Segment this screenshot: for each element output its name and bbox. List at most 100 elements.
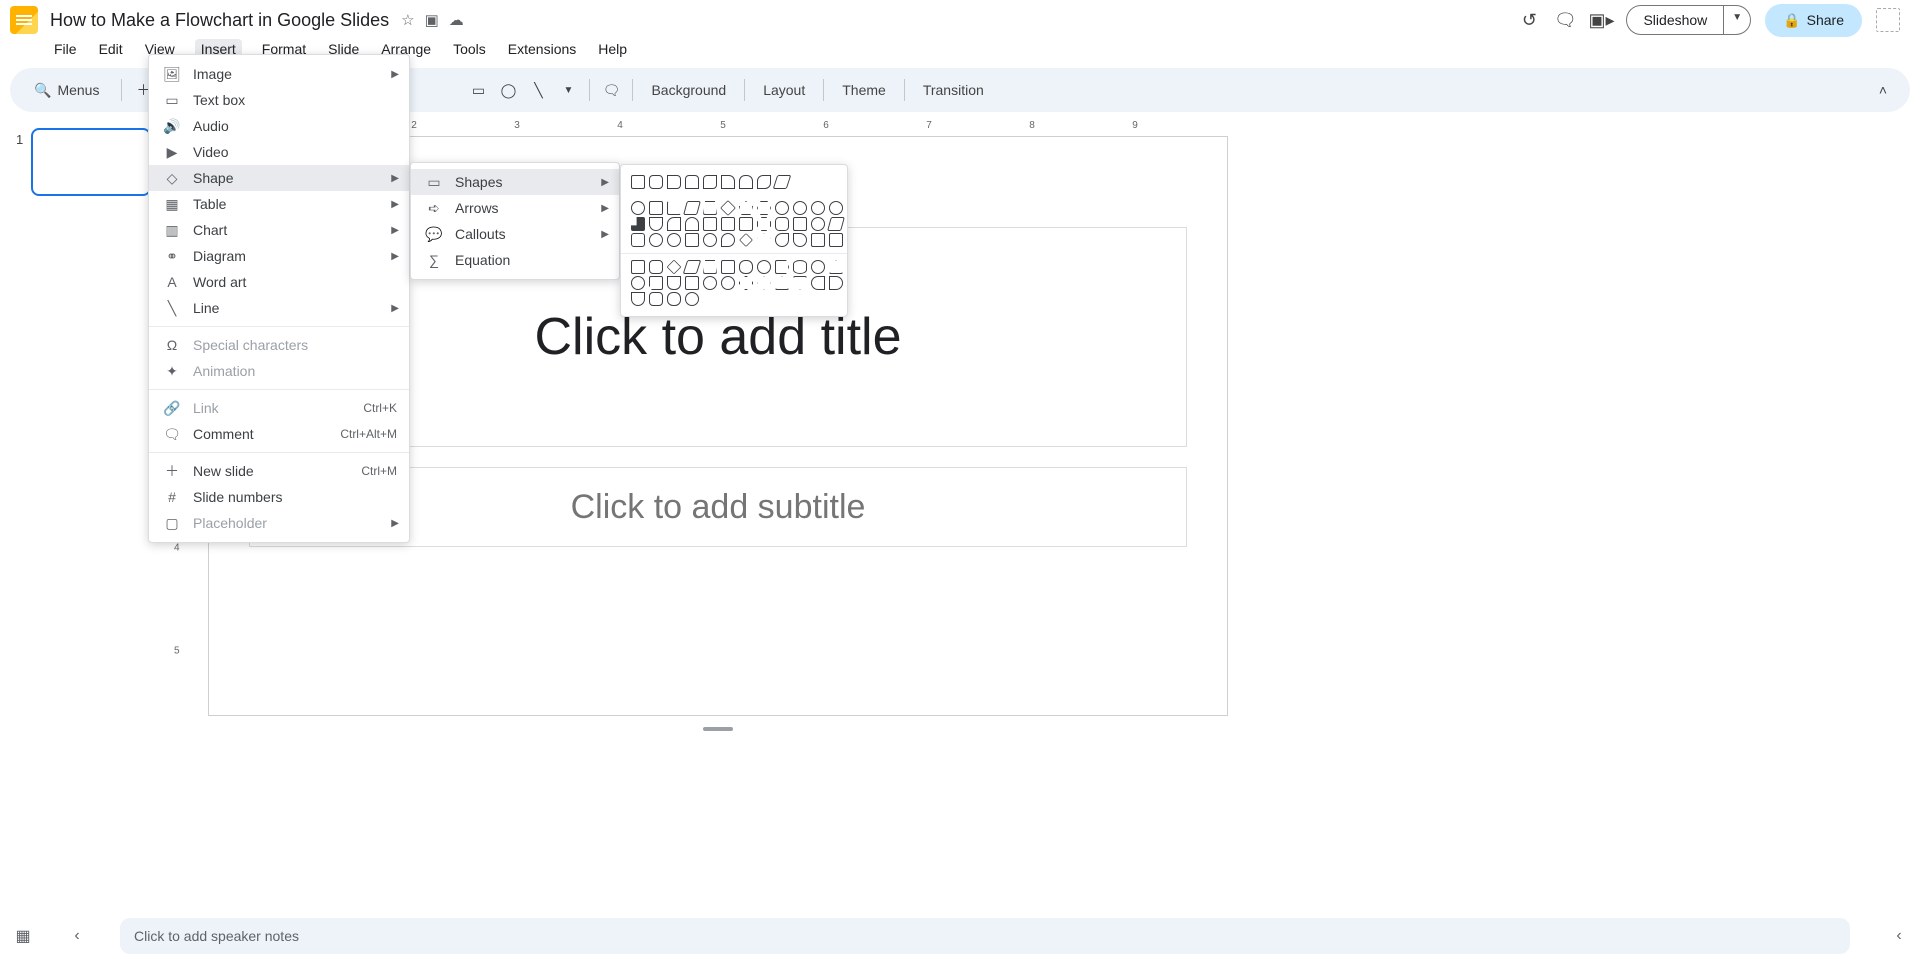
shape-round-rect[interactable] (649, 175, 663, 189)
shape-cell[interactable] (631, 201, 645, 215)
shape-cell[interactable] (667, 233, 681, 247)
shape-cell[interactable] (649, 201, 663, 215)
menu-extensions[interactable]: Extensions (506, 39, 578, 59)
shape-cell[interactable] (685, 233, 699, 247)
shape-cell[interactable] (739, 217, 753, 231)
shape-cell[interactable] (721, 217, 735, 231)
shape-cell[interactable] (667, 217, 681, 231)
shape-cell[interactable] (793, 201, 807, 215)
menu-edit[interactable]: Edit (97, 39, 125, 59)
shape-cell[interactable] (775, 201, 789, 215)
slide-thumbnail[interactable] (31, 128, 151, 196)
shape-parallelogram[interactable] (773, 175, 792, 189)
shape-cell[interactable] (811, 276, 825, 290)
shape-cell[interactable] (685, 276, 699, 290)
shape-cell[interactable] (649, 260, 663, 274)
menu-tools[interactable]: Tools (451, 39, 488, 59)
line-tool-icon[interactable]: ╲ (529, 81, 547, 99)
shape-cell[interactable] (811, 260, 825, 274)
shape-cell[interactable] (703, 260, 717, 274)
shape-cell[interactable] (667, 292, 681, 306)
slideshow-button[interactable]: Slideshow (1626, 5, 1724, 35)
shape-cell[interactable] (720, 200, 736, 216)
collapse-toolbar-icon[interactable]: ˄ (1870, 77, 1896, 103)
line-tool-dd-icon[interactable]: ▼ (559, 81, 577, 99)
shape-cell[interactable] (667, 201, 681, 215)
comment-tool-icon[interactable]: 🗨 (602, 81, 620, 99)
shape-cell[interactable] (631, 260, 645, 274)
shape-cell[interactable] (775, 217, 789, 231)
shape-round-same[interactable] (739, 175, 753, 189)
insert-chart[interactable]: ▥Chart▶ (149, 217, 409, 243)
document-title[interactable]: How to Make a Flowchart in Google Slides (50, 10, 389, 31)
background-button[interactable]: Background (645, 78, 732, 102)
shape-cell[interactable] (703, 217, 717, 231)
shape-cell[interactable] (811, 201, 825, 215)
shape-cell[interactable] (757, 201, 771, 215)
insert-table[interactable]: ▦Table▶ (149, 191, 409, 217)
insert-comment[interactable]: 🗨CommentCtrl+Alt+M (149, 421, 409, 447)
theme-button[interactable]: Theme (836, 78, 892, 102)
shape-cell[interactable] (631, 217, 645, 231)
shape-cell[interactable] (829, 233, 843, 247)
shape-cell[interactable] (685, 217, 699, 231)
shape-cell[interactable] (649, 233, 663, 247)
shape-cell[interactable] (793, 276, 807, 290)
shape-cell[interactable] (739, 233, 753, 247)
transition-button[interactable]: Transition (917, 78, 990, 102)
shape-sub-shapes[interactable]: ▭Shapes▶ (411, 169, 619, 195)
shape-sub-equation[interactable]: ∑Equation (411, 247, 619, 273)
comments-icon[interactable]: 🗨 (1554, 9, 1576, 31)
shape-cell[interactable] (829, 201, 843, 215)
shape-cell[interactable] (685, 292, 699, 306)
insert-video[interactable]: ▶Video (149, 139, 409, 165)
shape-cell[interactable] (667, 276, 681, 290)
shape-sub-arrows[interactable]: ➪Arrows▶ (411, 195, 619, 221)
side-panel-toggle-icon[interactable]: ‹ (1890, 927, 1908, 945)
shape-cell[interactable] (631, 276, 645, 290)
account-avatar[interactable] (1876, 8, 1900, 32)
speaker-notes-input[interactable]: Click to add speaker notes (120, 918, 1850, 954)
shape-cell[interactable] (811, 217, 825, 231)
shape-cell[interactable] (757, 260, 771, 274)
move-folder-icon[interactable]: ▣ (425, 11, 439, 29)
shape-snip2[interactable] (685, 175, 699, 189)
slideshow-dropdown[interactable]: ▼ (1724, 5, 1751, 35)
shape-sub-callouts[interactable]: 💬Callouts▶ (411, 221, 619, 247)
insert-diagram[interactable]: ⚭Diagram▶ (149, 243, 409, 269)
shape-tool-icon[interactable]: ◯ (499, 81, 517, 99)
shape-snip1[interactable] (667, 175, 681, 189)
collapse-filmstrip-icon[interactable]: ‹ (66, 925, 88, 947)
star-icon[interactable]: ☆ (401, 11, 414, 29)
textbox-icon[interactable]: ▭ (469, 81, 487, 99)
shape-cell[interactable] (721, 276, 735, 290)
shape-cell[interactable] (739, 201, 753, 215)
shape-cell[interactable] (829, 260, 843, 274)
menu-help[interactable]: Help (596, 39, 629, 59)
insert-line[interactable]: ╲Line▶ (149, 295, 409, 321)
insert-audio[interactable]: 🔊Audio (149, 113, 409, 139)
insert-slide-numbers[interactable]: #Slide numbers (149, 484, 409, 510)
cloud-saved-icon[interactable]: ☁ (449, 11, 464, 29)
explore-grid-icon[interactable]: ▦ (12, 925, 34, 947)
shape-cell[interactable] (739, 260, 753, 274)
shape-cell[interactable] (775, 260, 789, 274)
shape-cell[interactable] (827, 217, 845, 231)
share-button[interactable]: 🔒 Share (1765, 4, 1862, 37)
shape-cell[interactable] (793, 260, 807, 274)
shape-cell[interactable] (793, 217, 807, 231)
shape-rect[interactable] (631, 175, 645, 189)
shape-cell[interactable] (775, 276, 789, 290)
shape-cell[interactable] (757, 276, 771, 290)
shape-cell[interactable] (829, 276, 843, 290)
present-camera-icon[interactable]: ▣▸ (1590, 9, 1612, 31)
shape-cell[interactable] (793, 233, 807, 247)
insert-image[interactable]: 🖼Image▶ (149, 61, 409, 87)
shape-cell[interactable] (811, 233, 825, 247)
menu-file[interactable]: File (52, 39, 79, 59)
insert-new-slide[interactable]: ＋New slideCtrl+M (149, 458, 409, 484)
insert-text-box[interactable]: ▭Text box (149, 87, 409, 113)
shape-snip-diag[interactable] (703, 175, 717, 189)
shape-round-diag[interactable] (757, 175, 771, 189)
shape-cell[interactable] (721, 233, 735, 247)
